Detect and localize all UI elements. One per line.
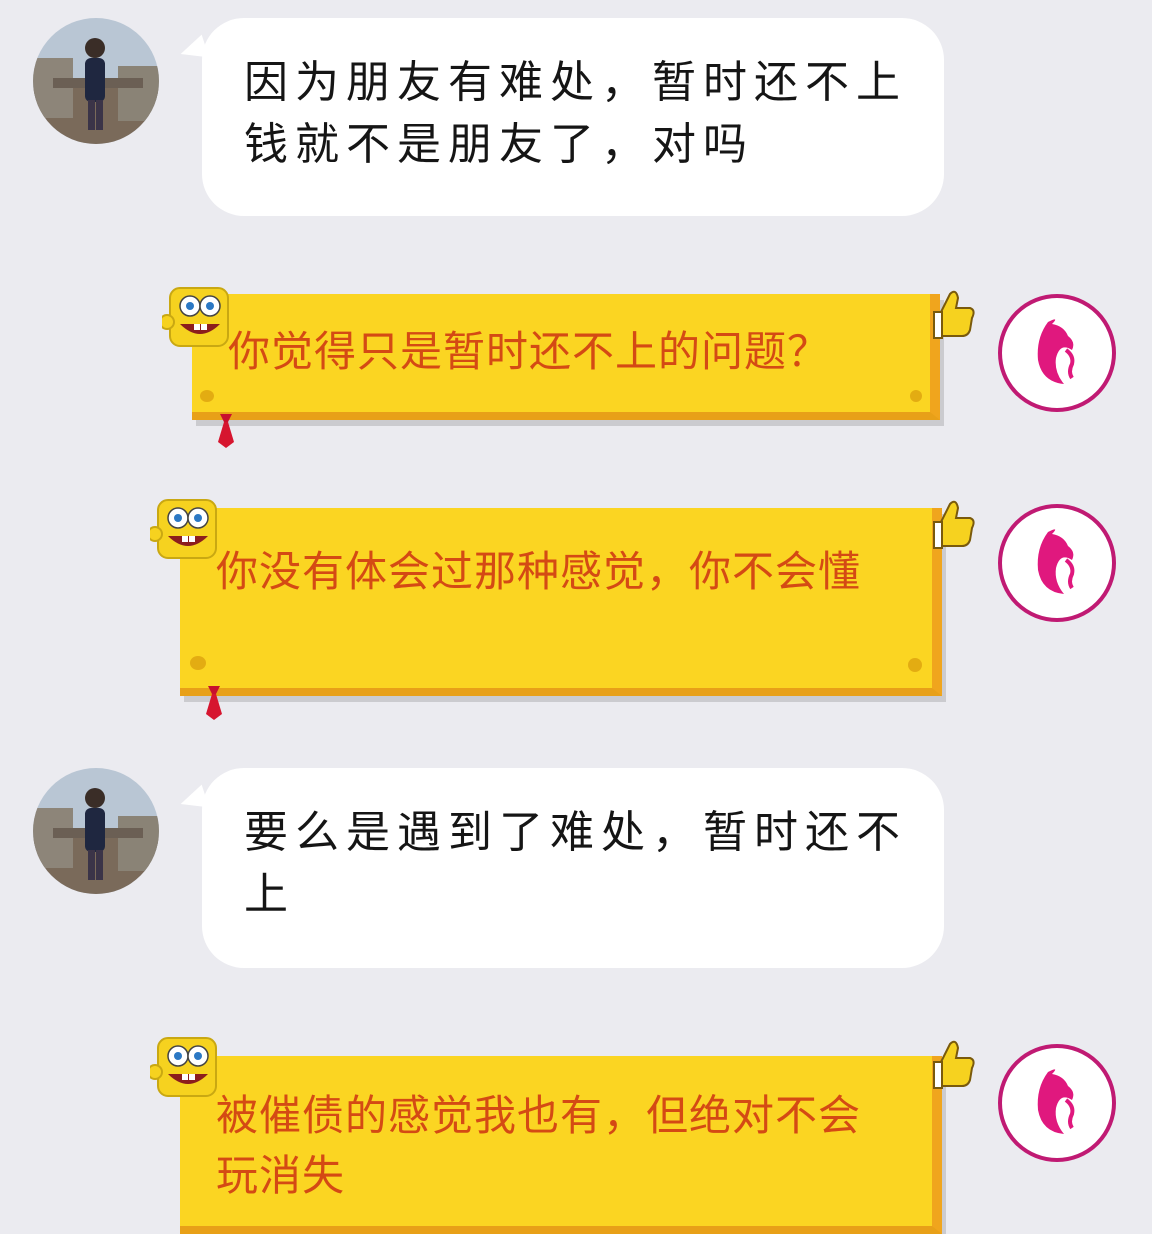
message-bubble[interactable]: 你没有体会过那种感觉，你不会懂 (180, 508, 942, 696)
bubble-spot (908, 658, 922, 672)
chat-area: 因为朋友有难处，暂时还不上钱就不是朋友了，对吗 你觉得只是暂时还不上的问题？ 你… (0, 0, 1152, 1234)
message-text: 你觉得只是暂时还不上的问题？ (228, 327, 831, 376)
message-bubble[interactable]: 你觉得只是暂时还不上的问题？ (192, 294, 940, 420)
friend-avatar[interactable] (33, 768, 159, 894)
message-text: 因为朋友有难处，暂时还不上钱就不是朋友了，对吗 (244, 57, 907, 170)
message-text: 要么是遇到了难处，暂时还不上 (244, 807, 907, 920)
message-bubble[interactable]: 因为朋友有难处，暂时还不上钱就不是朋友了，对吗 (202, 18, 944, 216)
message-bubble[interactable]: 被催债的感觉我也有，但绝对不会玩消失 (180, 1056, 942, 1234)
spongebob-face-icon (150, 1037, 217, 1097)
spongebob-face-icon (150, 499, 217, 559)
pink-silhouette-avatar[interactable] (998, 294, 1116, 412)
thumbs-up-icon (933, 1040, 975, 1089)
red-tie-icon (206, 686, 222, 720)
pink-silhouette-avatar[interactable] (998, 1044, 1116, 1162)
red-tie-icon (218, 414, 234, 448)
bubble-spot (200, 390, 214, 402)
message-text: 你没有体会过那种感觉，你不会懂 (216, 547, 862, 596)
thumbs-up-icon (933, 500, 975, 549)
thumbs-up-icon (933, 290, 975, 339)
pink-silhouette-avatar[interactable] (998, 504, 1116, 622)
spongebob-face-icon (162, 287, 229, 347)
message-bubble[interactable]: 要么是遇到了难处，暂时还不上 (202, 768, 944, 968)
bubble-spot (190, 656, 206, 670)
message-text: 被催债的感觉我也有，但绝对不会玩消失 (216, 1091, 862, 1200)
friend-avatar[interactable] (33, 18, 159, 144)
bubble-spot (910, 390, 922, 402)
